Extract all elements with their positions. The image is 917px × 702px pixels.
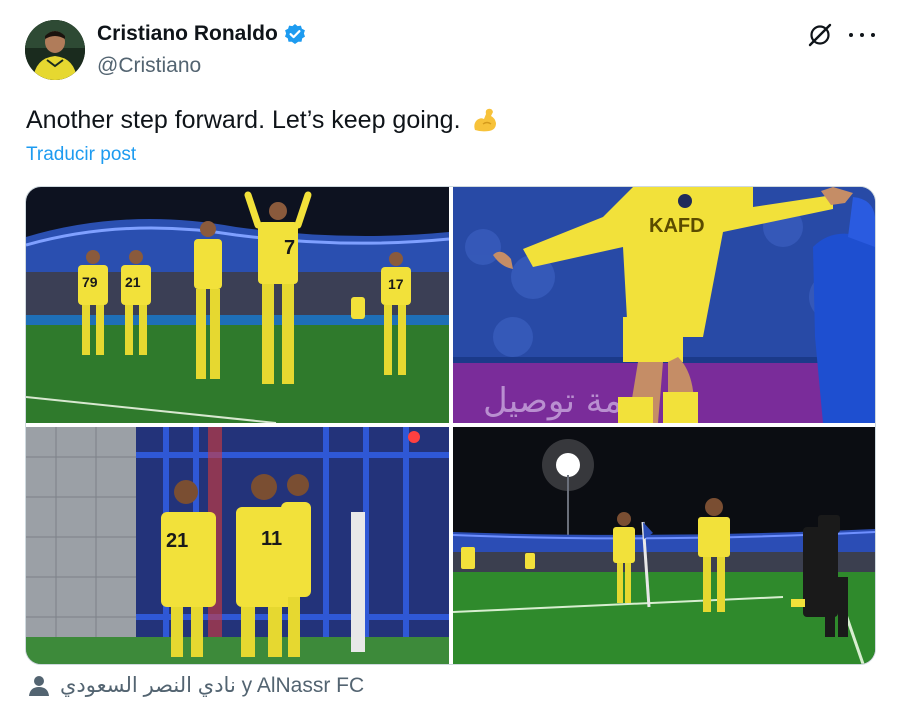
ronaldo-celebration-closeup-photo[interactable]: خدمة توصيل KAFD <box>453 187 875 423</box>
translate-post-link[interactable]: Traducir post <box>26 144 136 166</box>
jersey-number-7: 7 <box>284 237 295 259</box>
avatar-image <box>25 20 85 80</box>
media-grid: 79 21 7 17 خدمة توصيل KAFD 21 11 <box>25 186 876 665</box>
tagged-users-text[interactable]: نادي النصر السعودي y AlNassr FC <box>60 673 364 698</box>
jersey-number-79: 79 <box>82 274 98 290</box>
teammates-hugging-photo[interactable]: 21 11 <box>26 427 449 664</box>
avatar[interactable] <box>25 20 85 80</box>
jersey-number-21b: 21 <box>166 530 188 552</box>
verified-badge-icon <box>284 24 305 44</box>
flexed-biceps-icon <box>473 108 496 132</box>
jersey-number-21: 21 <box>125 274 141 290</box>
author-handle[interactable]: @Cristiano <box>97 54 201 78</box>
jersey-number-11: 11 <box>261 528 282 550</box>
more-options-icon[interactable] <box>849 24 875 46</box>
sponsor-kafd-text: KAFD <box>649 215 705 237</box>
author-display-name[interactable]: Cristiano Ronaldo <box>97 22 278 46</box>
team-celebration-photo[interactable]: 79 21 7 17 <box>26 187 449 423</box>
jersey-number-17: 17 <box>388 276 404 292</box>
tagged-users-row[interactable]: نادي النصر السعودي y AlNassr FC <box>28 673 364 698</box>
person-icon <box>29 675 49 696</box>
tweet-text-row: Another step forward. Let’s keep going. <box>26 104 501 136</box>
tweet-text: Another step forward. Let’s keep going. <box>26 105 461 134</box>
night-stadium-corner-photo[interactable] <box>453 427 875 664</box>
grok-icon[interactable] <box>807 22 833 48</box>
